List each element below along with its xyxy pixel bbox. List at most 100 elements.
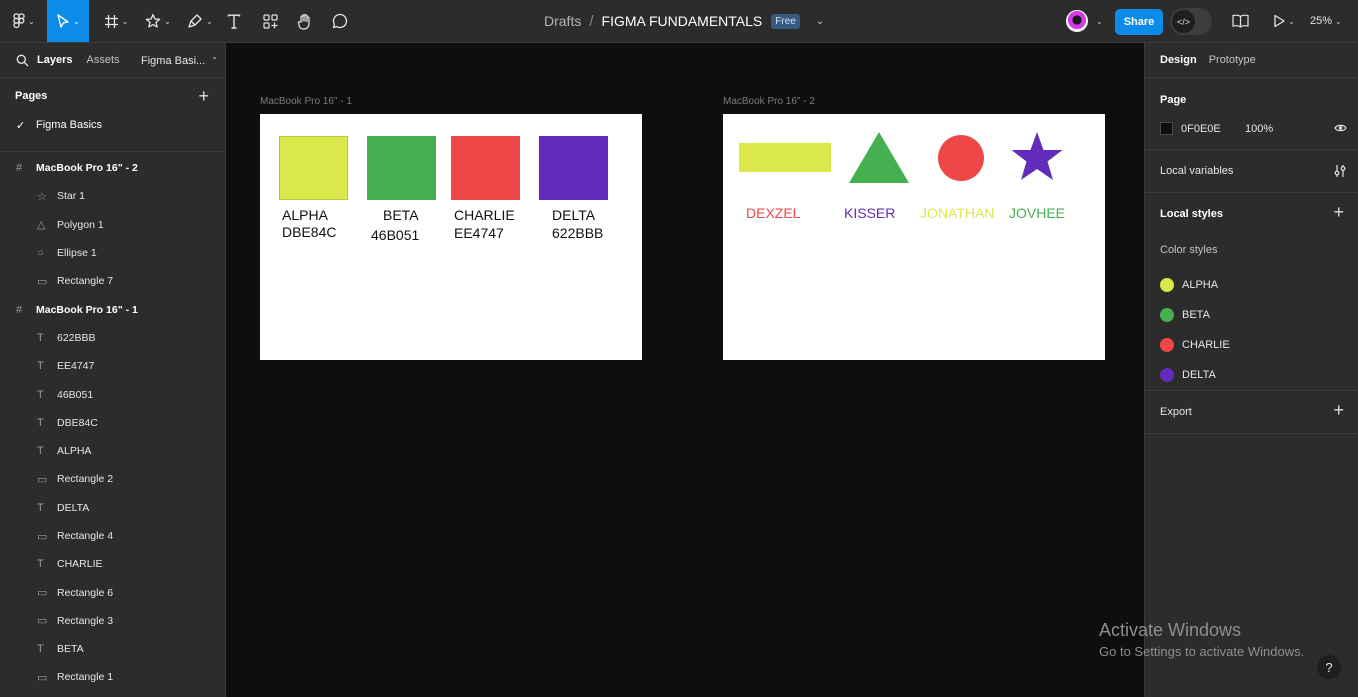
pen-tool-button[interactable]: ⌄ bbox=[182, 0, 218, 42]
dexzel-text[interactable]: DEXZEL bbox=[746, 205, 800, 222]
layer-item[interactable]: T ALPHA bbox=[0, 437, 225, 465]
layer-frame[interactable]: # MacBook Pro 16" - 1 bbox=[0, 295, 225, 323]
file-menu-chevron-icon[interactable]: ⌄ bbox=[816, 16, 824, 27]
add-style-icon[interactable]: + bbox=[1333, 202, 1344, 223]
swatch-delta[interactable] bbox=[539, 136, 608, 200]
jovhee-text[interactable]: JOVHEE bbox=[1009, 205, 1065, 222]
layer-item[interactable]: ○ Ellipse 1 bbox=[0, 239, 225, 267]
layer-item[interactable]: T DBE84C bbox=[0, 409, 225, 437]
hand-tool-button[interactable] bbox=[293, 0, 317, 42]
main-menu-button[interactable]: ⌄ bbox=[6, 0, 42, 42]
page-color-chip[interactable] bbox=[1160, 122, 1173, 135]
layer-item[interactable]: ▭ Rectangle 7 bbox=[0, 267, 225, 295]
present-button[interactable]: ⌄ bbox=[1266, 0, 1302, 42]
layer-label: 622BBB bbox=[57, 331, 96, 344]
frame-macbook-2[interactable]: DEXZEL KISSER JONATHAN JOVHEE bbox=[723, 114, 1105, 360]
add-page-icon[interactable]: + bbox=[198, 86, 209, 107]
alpha-hex-text[interactable]: DBE84C bbox=[282, 224, 336, 241]
chevron-down-icon: ⌄ bbox=[206, 16, 213, 26]
comment-tool-button[interactable] bbox=[328, 0, 352, 42]
layer-item[interactable]: △ Polygon 1 bbox=[0, 211, 225, 239]
rectangle-icon: ▭ bbox=[37, 275, 48, 288]
plan-badge: Free bbox=[771, 13, 800, 29]
resources-button[interactable] bbox=[258, 0, 282, 42]
color-style-item[interactable]: ALPHA bbox=[1160, 278, 1218, 292]
page-item-figma-basics[interactable]: ✓ Figma Basics bbox=[0, 114, 225, 136]
layer-item[interactable]: ▭ Rectangle 4 bbox=[0, 522, 225, 550]
jonathan-text[interactable]: JONATHAN bbox=[920, 205, 994, 222]
library-button[interactable] bbox=[1228, 0, 1252, 42]
layer-item[interactable]: ▭ Rectangle 1 bbox=[0, 663, 225, 691]
delta-hex-text[interactable]: 622BBB bbox=[552, 225, 603, 242]
page-background-row[interactable]: 0F0E0E 100% bbox=[1160, 122, 1273, 135]
user-menu[interactable]: ⌄ bbox=[1066, 9, 1103, 33]
layer-item[interactable]: T 46B051 bbox=[0, 380, 225, 408]
swatch-alpha[interactable] bbox=[279, 136, 348, 200]
page-color-hex[interactable]: 0F0E0E bbox=[1181, 123, 1245, 135]
layer-label: ALPHA bbox=[57, 445, 92, 458]
breadcrumb-drafts[interactable]: Drafts bbox=[544, 13, 581, 29]
shape-tool-button[interactable]: ⌄ bbox=[140, 0, 176, 42]
layer-item[interactable]: ▭ Rectangle 2 bbox=[0, 465, 225, 493]
share-button[interactable]: Share bbox=[1115, 9, 1163, 35]
layer-item[interactable]: ☆ Star 1 bbox=[0, 182, 225, 210]
chevron-down-icon: ⌄ bbox=[28, 16, 35, 26]
chevron-down-icon: ⌄ bbox=[1335, 16, 1342, 26]
layer-label: Rectangle 2 bbox=[57, 473, 114, 486]
local-variables-label[interactable]: Local variables bbox=[1160, 165, 1233, 177]
star-1-shape[interactable] bbox=[1011, 132, 1063, 180]
frame-1-label[interactable]: MacBook Pro 16" - 1 bbox=[260, 96, 352, 107]
dev-mode-toggle[interactable]: </> bbox=[1170, 8, 1212, 35]
frame-tool-button[interactable]: ⌄ bbox=[98, 0, 134, 42]
zoom-menu[interactable]: 25% ⌄ bbox=[1310, 0, 1342, 42]
color-style-item[interactable]: DELTA bbox=[1160, 368, 1216, 382]
page-selector[interactable]: Figma Basi... ⌃ bbox=[141, 43, 218, 78]
tab-assets[interactable]: Assets bbox=[86, 54, 119, 66]
search-icon[interactable] bbox=[16, 54, 29, 67]
charlie-text[interactable]: CHARLIE bbox=[454, 207, 515, 224]
beta-text[interactable]: BETA bbox=[383, 207, 419, 224]
layer-item[interactable]: T 622BBB bbox=[0, 324, 225, 352]
rectangle-7-shape[interactable] bbox=[739, 143, 831, 172]
color-style-item[interactable]: BETA bbox=[1160, 308, 1210, 322]
page-item-label: Figma Basics bbox=[36, 119, 103, 131]
layer-label: Rectangle 1 bbox=[57, 671, 114, 684]
move-tool-button[interactable]: ⌄ bbox=[47, 0, 89, 42]
add-export-icon[interactable]: + bbox=[1333, 400, 1344, 421]
tab-prototype[interactable]: Prototype bbox=[1209, 54, 1256, 66]
layers-list: # MacBook Pro 16" - 2 ☆ Star 1 △ Polygon 1 ○ El… bbox=[0, 152, 225, 692]
page-opacity[interactable]: 100% bbox=[1245, 123, 1273, 135]
ellipse-1-shape[interactable] bbox=[938, 135, 984, 181]
layer-item[interactable]: T EE4747 bbox=[0, 352, 225, 380]
swatch-charlie[interactable] bbox=[451, 136, 520, 200]
color-style-item[interactable]: CHARLIE bbox=[1160, 338, 1230, 352]
layer-item[interactable]: T CHARLIE bbox=[0, 550, 225, 578]
eye-icon[interactable] bbox=[1334, 123, 1347, 133]
avatar[interactable] bbox=[1066, 10, 1088, 32]
layer-item[interactable]: ▭ Rectangle 3 bbox=[0, 607, 225, 635]
frame-2-label[interactable]: MacBook Pro 16" - 2 bbox=[723, 96, 815, 107]
layer-frame[interactable]: # MacBook Pro 16" - 2 bbox=[0, 154, 225, 182]
adjust-icon[interactable] bbox=[1334, 164, 1346, 178]
layer-item[interactable]: T DELTA bbox=[0, 494, 225, 522]
color-style-label: ALPHA bbox=[1182, 279, 1219, 291]
layer-item[interactable]: T BETA bbox=[0, 635, 225, 663]
tab-layers[interactable]: Layers bbox=[37, 54, 72, 66]
alpha-text[interactable]: ALPHA bbox=[282, 207, 328, 224]
polygon-1-shape[interactable] bbox=[849, 132, 909, 183]
tab-design[interactable]: Design bbox=[1160, 54, 1197, 66]
beta-hex-text[interactable]: 46B051 bbox=[371, 227, 419, 244]
help-button[interactable]: ? bbox=[1317, 655, 1341, 679]
canvas[interactable]: MacBook Pro 16" - 1 ALPHA DBE84C BETA 46… bbox=[226, 43, 1144, 697]
color-style-swatch bbox=[1160, 278, 1174, 292]
text-tool-button[interactable] bbox=[222, 0, 246, 42]
text-icon: T bbox=[37, 445, 44, 458]
frame-macbook-1[interactable]: ALPHA DBE84C BETA 46B051 CHARLIE EE4747 … bbox=[260, 114, 642, 360]
kisser-text[interactable]: KISSER bbox=[844, 205, 895, 222]
swatch-beta[interactable] bbox=[367, 136, 436, 200]
local-variables-section[interactable]: Local variables bbox=[1145, 150, 1358, 193]
charlie-hex-text[interactable]: EE4747 bbox=[454, 225, 504, 242]
file-name[interactable]: FIGMA FUNDAMENTALS bbox=[602, 13, 763, 29]
layer-item[interactable]: ▭ Rectangle 6 bbox=[0, 578, 225, 606]
delta-text[interactable]: DELTA bbox=[552, 207, 595, 224]
